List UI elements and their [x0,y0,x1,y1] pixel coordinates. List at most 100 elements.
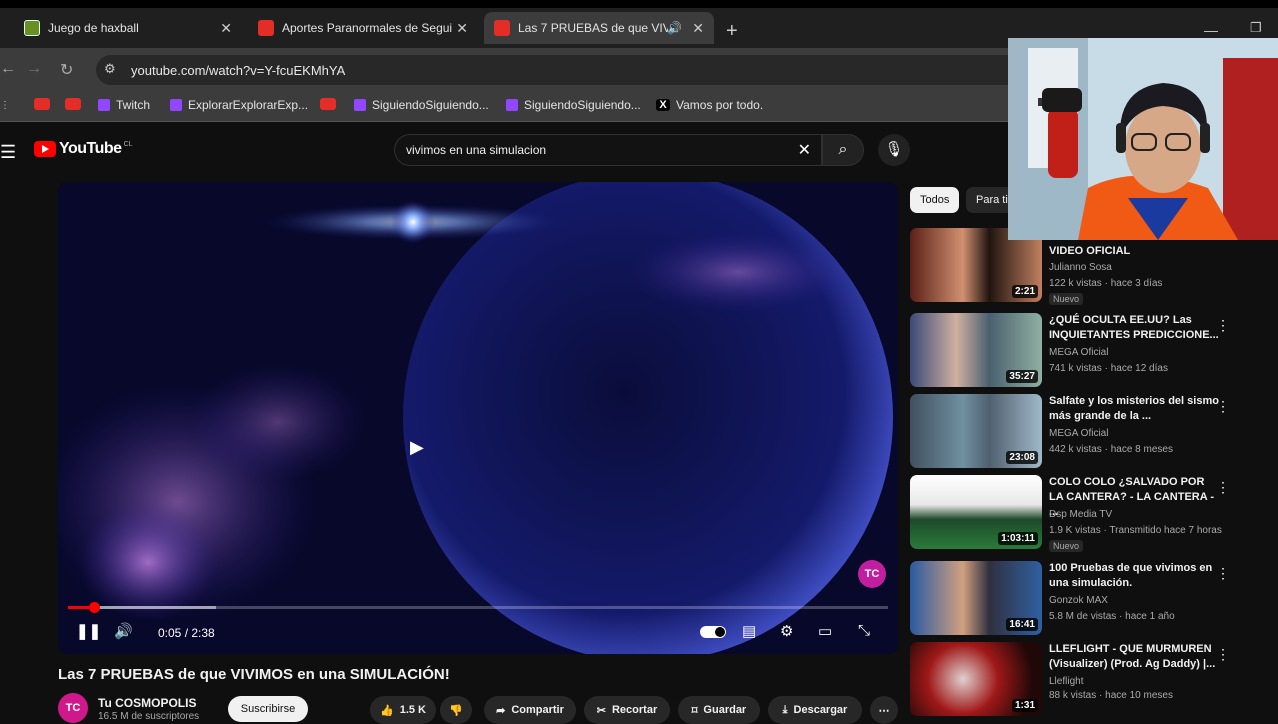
tab-aportes[interactable]: Aportes Paranormales de Segui ✕ [248,12,478,44]
tab-title: Las 7 PRUEBAS de que VIVIMOS [518,21,668,35]
close-icon[interactable]: ✕ [456,20,468,37]
channel-watermark[interactable]: TC [858,560,886,588]
progress-scrubber[interactable] [89,602,100,613]
minimize-icon[interactable]: — [1204,22,1218,38]
address-bar[interactable]: ⚙ youtube.com/watch?v=Y-fcuEKMhYA [96,55,1046,85]
mic-icon: 🎙 [884,141,904,158]
subtitles-icon[interactable]: ▤ [742,622,756,640]
time-display: 0:05 / 2:38 [158,626,215,640]
recommendation-channel[interactable]: MEGA Oficial [1049,428,1108,439]
webcam-overlay [1008,38,1278,240]
close-icon[interactable]: ✕ [692,20,704,37]
twitch-icon [506,99,518,111]
search-icon: ⌕ [838,141,848,158]
twitch-icon [170,99,182,111]
thumbnail[interactable]: 16:41 [910,561,1042,635]
download-icon: ⤓ [782,703,788,716]
more-icon[interactable]: ⋮ [1216,317,1230,334]
speaker-icon[interactable]: 🔊 [667,21,682,35]
recommendation-item[interactable]: 16:41 100 Pruebas de que vivimos en una … [910,561,1270,637]
more-icon[interactable]: ⋮ [1216,565,1230,582]
settings-icon[interactable]: ⚙ [780,622,793,640]
menu-icon[interactable]: ☰ [0,142,16,163]
restore-icon[interactable]: ❐ [1250,20,1262,36]
more-icon[interactable]: ⋮ [1216,479,1230,496]
youtube-icon [320,98,336,110]
theater-icon[interactable]: ▭ [818,622,832,640]
recommendation-title[interactable]: Salfate y los misterios del sismo más gr… [1049,394,1219,424]
clear-icon[interactable]: ✕ [798,140,811,160]
thumbs-down-icon: 👎 [449,704,463,717]
site-settings-icon[interactable]: ⚙ [104,61,116,77]
channel-avatar[interactable]: TC [58,693,88,723]
channel-name[interactable]: Tu COSMOPOLIS [98,696,196,710]
bookmark-item[interactable]: ExplorarExplorarExp... [170,98,308,112]
thumbnail[interactable]: 35:27 [910,313,1042,387]
recommendation-title[interactable]: VIDEO OFICIAL [1049,244,1219,259]
new-tab-icon[interactable]: + [726,20,738,43]
volume-icon[interactable]: 🔊 [114,622,133,640]
recommendation-item[interactable]: 35:27 ¿QUÉ OCULTA EE.UU? Las INQUIETANTE… [910,313,1270,389]
bookmark-item[interactable] [34,98,56,110]
url-text: youtube.com/watch?v=Y-fcuEKMhYA [131,63,346,78]
youtube-logo[interactable]: YouTube CL [34,140,133,158]
subscriber-count: 16.5 M de suscriptores [98,711,200,722]
more-icon: ⋯ [878,704,890,717]
recommendation-channel[interactable]: Julianno Sosa [1049,262,1112,273]
reload-icon[interactable]: ↻ [60,60,73,80]
recommendation-channel[interactable]: MEGA Oficial [1049,347,1108,358]
chip-all[interactable]: Todos [910,187,960,213]
thumbs-up-icon: 👍 [380,704,394,717]
recommendation-channel[interactable]: Lleflight [1049,676,1083,687]
tab-title: Juego de haxball [48,21,139,35]
forward-icon[interactable]: → [26,60,42,78]
haxball-icon [24,20,40,36]
youtube-icon [258,20,274,36]
subscribe-button[interactable]: Suscribirse [228,696,308,722]
bookmark-item[interactable]: Twitch [98,98,150,112]
more-icon[interactable]: ⋮ [1216,646,1230,663]
recommendation-title[interactable]: 100 Pruebas de que vivimos en una simula… [1049,561,1219,591]
new-badge: Nuevo [1049,540,1084,552]
tab-active-video[interactable]: Las 7 PRUEBAS de que VIVIMOS 🔊 ✕ [484,12,714,44]
twitch-icon [354,99,366,111]
recommendation-item[interactable]: 1:31 LLEFLIGHT - QUE MURMUREN (Visualize… [910,642,1270,718]
youtube-icon [65,98,81,110]
bookmark-item[interactable]: SiguiendoSiguiendo... [354,98,489,112]
youtube-icon [494,20,510,36]
bookmark-item[interactable] [65,98,87,110]
search-button[interactable]: ⌕ [822,134,864,166]
recommendation-title[interactable]: ¿QUÉ OCULTA EE.UU? Las INQUIETANTES PRED… [1049,313,1219,343]
youtube-icon [34,141,56,157]
recommendation-item[interactable]: 23:08 Salfate y los misterios del sismo … [910,394,1270,470]
twitch-icon [98,99,110,111]
fullscreen-icon[interactable]: ⤡ [858,622,870,639]
search-input[interactable]: vivimos en una simulacion ✕ [394,134,822,166]
scissors-icon: ✂ [596,704,606,717]
cursor-icon: ▶ [410,437,424,457]
pause-icon[interactable]: ❚❚ [76,622,101,640]
recommendation-channel[interactable]: Gonzok MAX [1049,595,1108,606]
recommendation-channel[interactable]: Dsp Media TV [1049,509,1112,520]
more-icon[interactable]: ⋮ [1216,398,1230,415]
recommendation-meta: 122 k vistas · hace 3 días [1049,278,1163,289]
recommendation-title[interactable]: LLEFLIGHT - QUE MURMUREN (Visualizer) (P… [1049,642,1219,672]
apps-icon[interactable]: ⋮ [0,100,10,111]
thumbnail[interactable]: 1:03:11 [910,475,1042,549]
thumbnail[interactable]: 23:08 [910,394,1042,468]
back-icon[interactable]: ← [0,60,16,78]
video-title: Las 7 PRUEBAS de que VIVIMOS en una SIMU… [58,666,450,683]
new-badge: Nuevo [1049,293,1084,305]
close-icon[interactable]: ✕ [220,20,232,37]
tab-haxball[interactable]: Juego de haxball ✕ [14,12,242,44]
voice-search-button[interactable]: 🎙 [878,134,910,166]
recommendation-item[interactable]: 1:03:11 COLO COLO ¿SALVADO POR LA CANTER… [910,475,1270,555]
bookmark-item[interactable]: X Vamos por todo. [656,98,763,112]
bookmark-item[interactable] [320,98,342,110]
bookmark-item[interactable]: SiguiendoSiguiendo... [506,98,641,112]
recommendation-meta: 88 k vistas · hace 10 meses [1049,690,1173,701]
thumbnail[interactable]: 1:31 [910,642,1042,716]
autoplay-toggle[interactable] [700,626,726,638]
video-player[interactable]: ▶ TC ❚❚ 🔊 0:05 / 2:38 ▤ ⚙ ▭ ⤡ [58,182,898,654]
recommendation-meta: 5.8 M de vistas · hace 1 año [1049,611,1175,622]
